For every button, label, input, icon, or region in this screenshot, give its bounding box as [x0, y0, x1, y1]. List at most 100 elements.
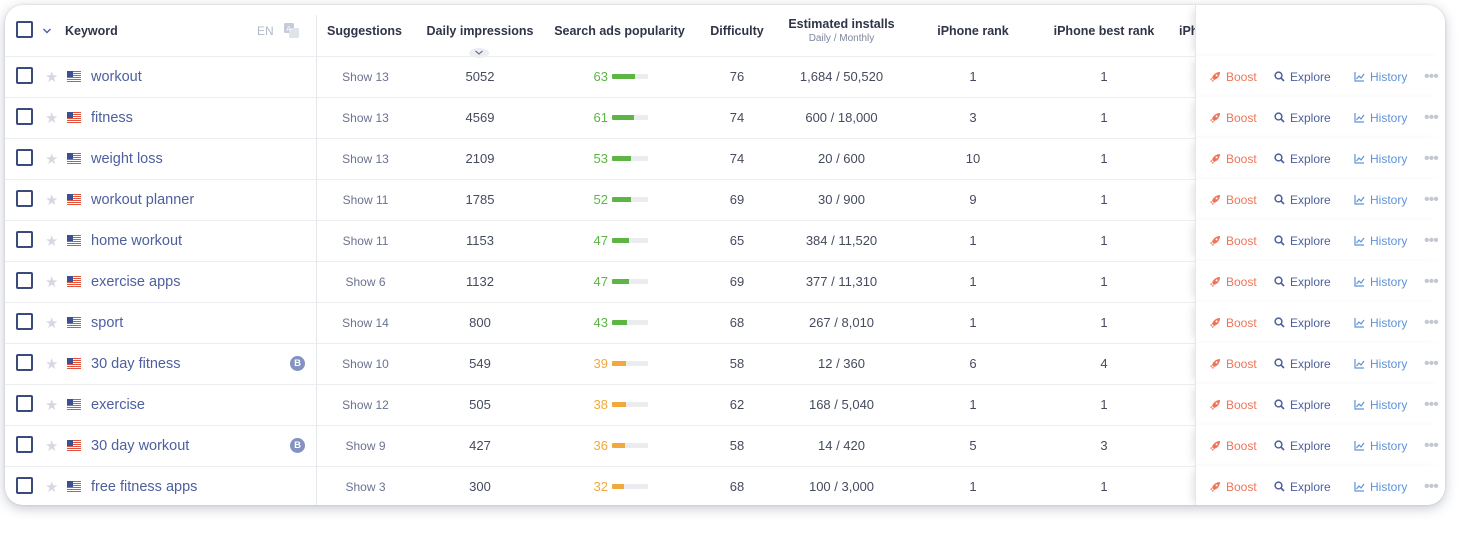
row-checkbox[interactable]	[16, 108, 33, 125]
suggestions-link[interactable]: Show 14	[317, 302, 414, 343]
more-dots-icon[interactable]: •••	[1424, 466, 1439, 505]
suggestions-link[interactable]: Show 10	[317, 343, 414, 384]
explore-button[interactable]: Explore	[1274, 466, 1331, 505]
difficulty-column-header[interactable]: Difficulty	[702, 5, 772, 56]
suggestions-link[interactable]: Show 6	[317, 261, 414, 302]
star-icon[interactable]: ★	[45, 261, 58, 302]
table-row[interactable]: ★ 30 day workout B Show 9 427 36 58 14 / 420 5 3 B…	[5, 425, 1445, 467]
history-button[interactable]: History	[1354, 466, 1407, 505]
row-checkbox[interactable]	[16, 436, 33, 453]
row-checkbox[interactable]	[16, 354, 33, 371]
row-checkbox[interactable]	[16, 231, 33, 248]
estimated-installs-column-header[interactable]: Estimated installs Daily / Monthly	[775, 5, 908, 56]
star-icon[interactable]: ★	[45, 343, 58, 384]
history-button[interactable]: History	[1354, 97, 1407, 138]
boost-button[interactable]: Boost	[1209, 425, 1257, 466]
translate-icon[interactable]: A	[283, 5, 300, 56]
table-row[interactable]: ★ fitness Show 13 4569 61 74 600 / 18,000 3 1 Boo…	[5, 97, 1445, 139]
boost-button[interactable]: Boost	[1209, 56, 1257, 97]
iphone-best-rank-column-header[interactable]: iPhone best rank	[1039, 5, 1169, 56]
row-checkbox[interactable]	[16, 272, 33, 289]
suggestions-link[interactable]: Show 13	[317, 97, 414, 138]
boost-button[interactable]: Boost	[1209, 343, 1257, 384]
star-icon[interactable]: ★	[45, 56, 58, 97]
star-icon[interactable]: ★	[45, 466, 58, 505]
explore-button[interactable]: Explore	[1274, 138, 1331, 179]
star-icon[interactable]: ★	[45, 138, 58, 179]
language-label[interactable]: EN	[257, 5, 274, 56]
star-icon[interactable]: ★	[45, 302, 58, 343]
more-dots-icon[interactable]: •••	[1424, 425, 1439, 466]
explore-button[interactable]: Explore	[1274, 220, 1331, 261]
more-dots-icon[interactable]: •••	[1424, 261, 1439, 302]
history-button[interactable]: History	[1354, 138, 1407, 179]
keyword-link[interactable]: free fitness apps	[91, 466, 197, 505]
table-row[interactable]: ★ exercise apps Show 6 1132 47 69 377 / 11,310…	[5, 261, 1445, 303]
explore-button[interactable]: Explore	[1274, 343, 1331, 384]
more-dots-icon[interactable]: •••	[1424, 56, 1439, 97]
boost-button[interactable]: Boost	[1209, 138, 1257, 179]
table-row[interactable]: ★ free fitness apps Show 3 300 32 68 100 / 3,0…	[5, 466, 1445, 505]
explore-button[interactable]: Explore	[1274, 56, 1331, 97]
history-button[interactable]: History	[1354, 220, 1407, 261]
explore-button[interactable]: Explore	[1274, 384, 1331, 425]
suggestions-link[interactable]: Show 9	[317, 425, 414, 466]
explore-button[interactable]: Explore	[1274, 425, 1331, 466]
table-row[interactable]: ★ workout planner Show 11 1785 52 69 30 / 900 9…	[5, 179, 1445, 221]
more-dots-icon[interactable]: •••	[1424, 220, 1439, 261]
star-icon[interactable]: ★	[45, 97, 58, 138]
more-dots-icon[interactable]: •••	[1424, 138, 1439, 179]
suggestions-link[interactable]: Show 13	[317, 56, 414, 97]
keyword-link[interactable]: workout planner	[91, 179, 194, 220]
row-checkbox[interactable]	[16, 395, 33, 412]
star-icon[interactable]: ★	[45, 220, 58, 261]
suggestions-link[interactable]: Show 11	[317, 179, 414, 220]
search-ads-popularity-column-header[interactable]: Search ads popularity	[547, 5, 692, 56]
keyword-link[interactable]: weight loss	[91, 138, 163, 179]
boost-button[interactable]: Boost	[1209, 302, 1257, 343]
keyword-link[interactable]: exercise	[91, 384, 145, 425]
explore-button[interactable]: Explore	[1274, 179, 1331, 220]
more-dots-icon[interactable]: •••	[1424, 302, 1439, 343]
boost-button[interactable]: Boost	[1209, 384, 1257, 425]
row-checkbox[interactable]	[16, 313, 33, 330]
select-all-checkbox[interactable]	[16, 21, 33, 38]
star-icon[interactable]: ★	[45, 179, 58, 220]
suggestions-link[interactable]: Show 11	[317, 220, 414, 261]
table-row[interactable]: ★ 30 day fitness B Show 10 549 39 58 12 / 360 6 4…	[5, 343, 1445, 385]
history-button[interactable]: History	[1354, 56, 1407, 97]
sort-chevron-down-icon[interactable]	[42, 5, 52, 56]
explore-button[interactable]: Explore	[1274, 302, 1331, 343]
history-button[interactable]: History	[1354, 302, 1407, 343]
table-row[interactable]: ★ weight loss Show 13 2109 53 74 20 / 600 10 1 Bo…	[5, 138, 1445, 180]
keyword-link[interactable]: fitness	[91, 97, 133, 138]
suggestions-link[interactable]: Show 13	[317, 138, 414, 179]
table-row[interactable]: ★ exercise Show 12 505 38 62 168 / 5,040 1 1 Boos…	[5, 384, 1445, 426]
keyword-link[interactable]: 30 day fitness	[91, 343, 180, 384]
suggestions-link[interactable]: Show 3	[317, 466, 414, 505]
explore-button[interactable]: Explore	[1274, 261, 1331, 302]
keyword-link[interactable]: exercise apps	[91, 261, 180, 302]
boost-button[interactable]: Boost	[1209, 220, 1257, 261]
history-button[interactable]: History	[1354, 179, 1407, 220]
table-row[interactable]: ★ workout Show 13 5052 63 76 1,684 / 50,520 1 1 B…	[5, 56, 1445, 98]
table-row[interactable]: ★ sport Show 14 800 43 68 267 / 8,010 1 1 Boost Ex…	[5, 302, 1445, 344]
row-checkbox[interactable]	[16, 190, 33, 207]
keyword-link[interactable]: home workout	[91, 220, 182, 261]
suggestions-link[interactable]: Show 12	[317, 384, 414, 425]
boost-button[interactable]: Boost	[1209, 261, 1257, 302]
more-dots-icon[interactable]: •••	[1424, 343, 1439, 384]
more-dots-icon[interactable]: •••	[1424, 179, 1439, 220]
keyword-column-header[interactable]: Keyword	[65, 5, 118, 56]
row-checkbox[interactable]	[16, 477, 33, 494]
row-checkbox[interactable]	[16, 67, 33, 84]
star-icon[interactable]: ★	[45, 425, 58, 466]
history-button[interactable]: History	[1354, 384, 1407, 425]
keyword-link[interactable]: 30 day workout	[91, 425, 189, 466]
row-checkbox[interactable]	[16, 149, 33, 166]
keyword-link[interactable]: workout	[91, 56, 142, 97]
history-button[interactable]: History	[1354, 261, 1407, 302]
history-button[interactable]: History	[1354, 425, 1407, 466]
iphone-rank-column-header[interactable]: iPhone rank	[918, 5, 1028, 56]
more-dots-icon[interactable]: •••	[1424, 97, 1439, 138]
